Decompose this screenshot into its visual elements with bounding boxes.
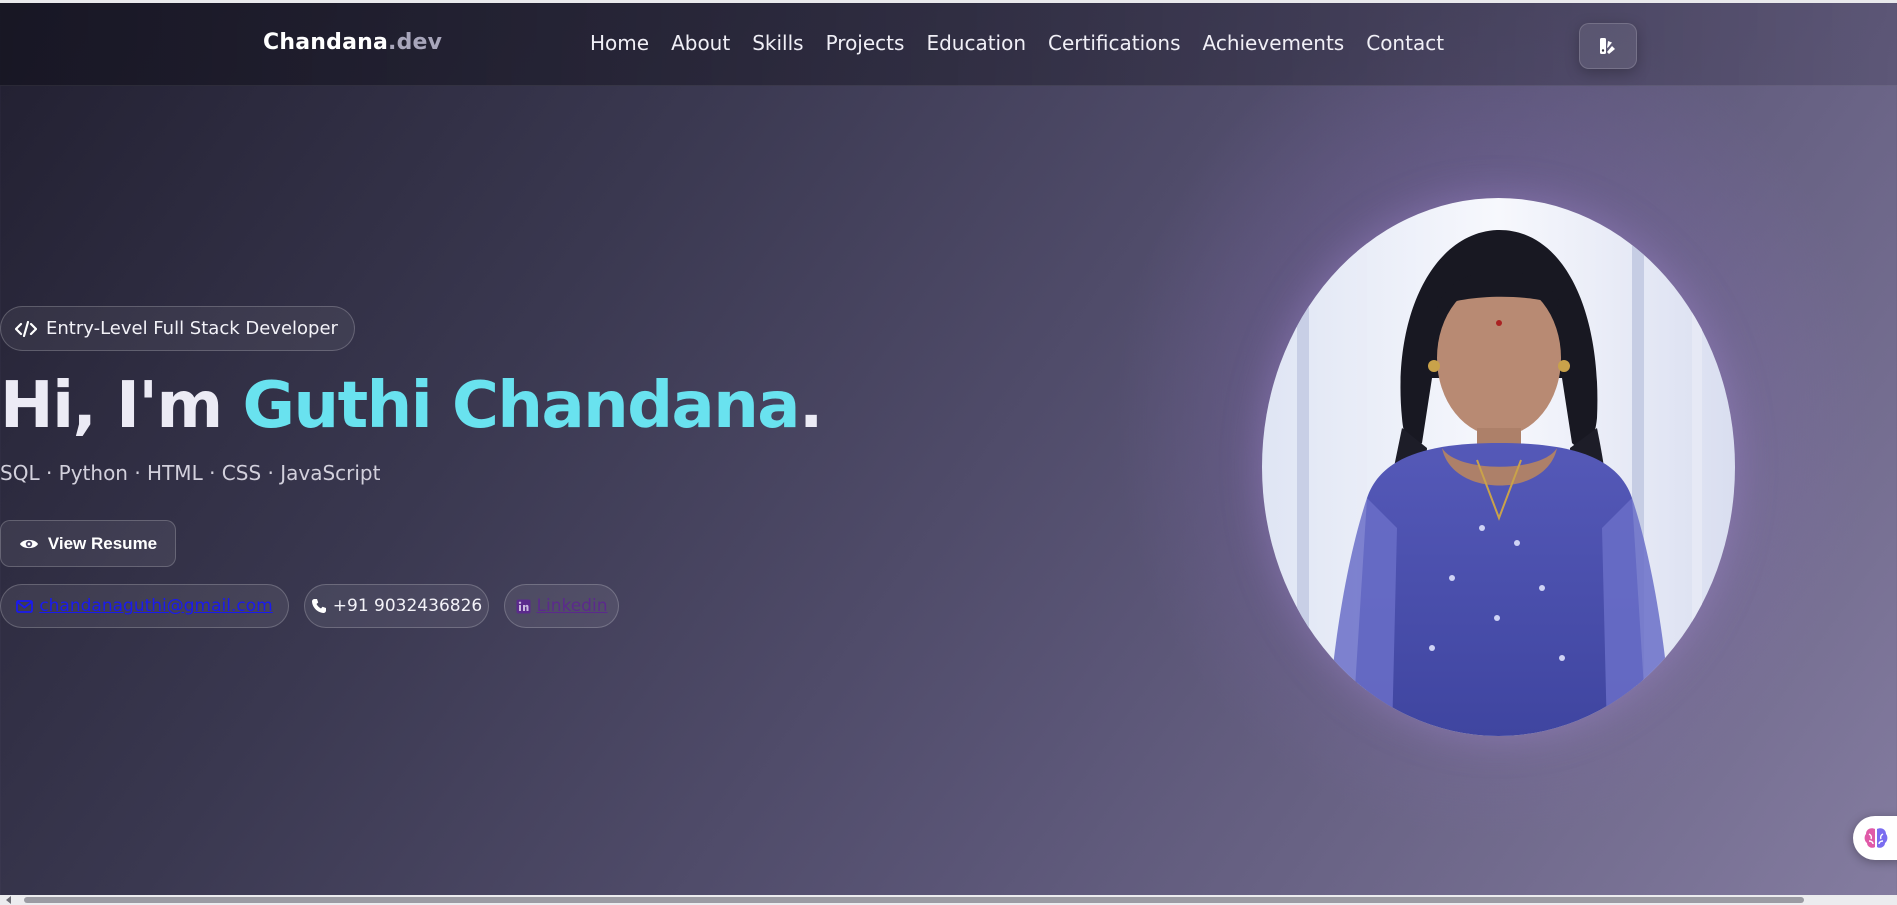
brand-suffix: .dev [388, 30, 443, 55]
nav-certifications[interactable]: Certifications [1048, 31, 1180, 55]
phone-text: +91 9032436826 [332, 596, 483, 616]
brand-logo[interactable]: Chandana.dev [263, 30, 442, 55]
greeting-text: Hi, I'm [0, 369, 243, 443]
horizontal-scrollbar[interactable] [0, 895, 1897, 905]
scrollbar-thumb[interactable] [24, 897, 1804, 903]
nav-home[interactable]: Home [590, 31, 649, 55]
floating-assistant-button[interactable] [1853, 816, 1897, 860]
nav-achievements[interactable]: Achievements [1203, 31, 1345, 55]
phone-contact[interactable]: +91 9032436826 [304, 584, 489, 628]
theme-toggle-button[interactable] [1579, 23, 1637, 69]
nav-skills[interactable]: Skills [752, 31, 803, 55]
nav-about[interactable]: About [671, 31, 730, 55]
nav-education[interactable]: Education [926, 31, 1026, 55]
role-badge: Entry-Level Full Stack Developer [0, 306, 355, 351]
profile-photo [1262, 198, 1735, 736]
nav-menu: Home About Skills Projects Education Cer… [590, 31, 1444, 55]
skills-line: SQL · Python · HTML · CSS · JavaScript [0, 461, 381, 485]
code-icon [15, 320, 37, 337]
email-text: chandanaguthi@gmail.com [39, 596, 273, 616]
brand-name: Chandana [263, 30, 389, 55]
nav-contact[interactable]: Contact [1366, 31, 1444, 55]
brain-icon [1864, 828, 1888, 848]
linkedin-text: Linkedin [536, 596, 608, 616]
navbar: Chandana.dev Home About Skills Projects … [0, 3, 1897, 86]
email-link[interactable]: chandanaguthi@gmail.com [0, 584, 289, 628]
envelope-icon [16, 599, 34, 613]
view-resume-button[interactable]: View Resume [0, 520, 176, 567]
palette-icon [1600, 38, 1615, 54]
role-badge-text: Entry-Level Full Stack Developer [46, 318, 338, 339]
phone-icon [311, 599, 326, 613]
hero-name: Guthi Chandana [242, 369, 800, 443]
linkedin-link[interactable]: Linkedin [504, 584, 619, 628]
nav-projects[interactable]: Projects [826, 31, 905, 55]
profile-photo-illustration [1262, 198, 1735, 736]
name-period: . [798, 369, 823, 443]
scroll-left-arrow-icon[interactable] [6, 896, 11, 904]
view-resume-label: View Resume [47, 533, 158, 553]
hero-headline: Hi, I'm Guthi Chandana. [0, 366, 823, 446]
eye-icon [19, 539, 38, 548]
linkedin-icon [516, 599, 531, 613]
